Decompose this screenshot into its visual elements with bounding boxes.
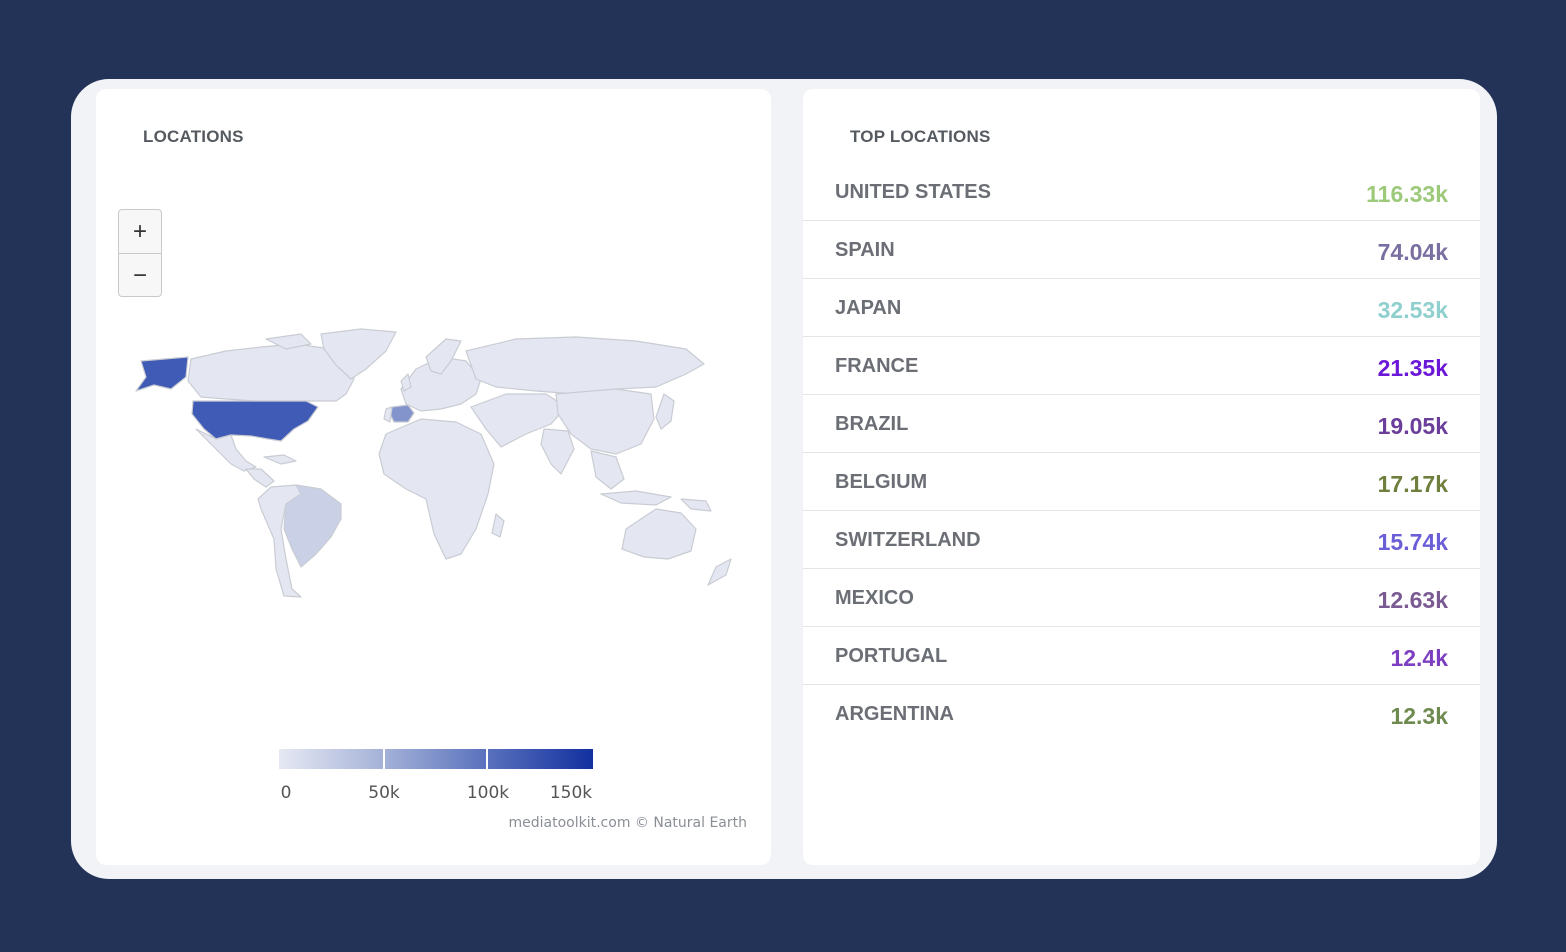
legend-divider [486,749,488,769]
location-name: FRANCE [835,355,919,377]
location-name: BRAZIL [835,413,909,435]
location-row[interactable]: BRAZIL 19.05k [803,395,1480,453]
country-united-states[interactable] [191,400,319,442]
country-indonesia[interactable] [600,490,672,506]
location-value: 74.04k [1377,239,1448,265]
country-australia[interactable] [621,508,697,560]
location-name: ARGENTINA [835,703,954,725]
location-row[interactable]: ARGENTINA 12.3k [803,685,1480,742]
region-africa[interactable] [378,418,495,560]
location-value: 32.53k [1377,297,1448,323]
location-value: 17.17k [1377,471,1448,497]
location-row[interactable]: FRANCE 21.35k [803,337,1480,395]
country-madagascar[interactable] [491,513,505,538]
location-name: SPAIN [835,239,895,261]
location-name: SWITZERLAND [835,529,981,551]
location-row[interactable]: BELGIUM 17.17k [803,453,1480,511]
location-row[interactable]: PORTUGAL 12.4k [803,627,1480,685]
country-russia[interactable] [465,336,705,395]
country-papua-new-guinea[interactable] [680,498,712,512]
location-row[interactable]: SWITZERLAND 15.74k [803,511,1480,569]
location-name: MEXICO [835,587,914,609]
location-value: 21.35k [1377,355,1448,381]
legend-divider [383,749,385,769]
location-row[interactable]: UNITED STATES 116.33k [803,163,1480,221]
legend-color-scale [279,749,593,769]
country-japan[interactable] [655,393,675,430]
location-value: 12.4k [1390,645,1448,671]
locations-panel: LOCATIONS + − 0 50k 100k 150k mediatoolk… [96,89,771,865]
location-row[interactable]: SPAIN 74.04k [803,221,1480,279]
top-locations-title: TOP LOCATIONS [850,127,991,146]
location-value: 19.05k [1377,413,1448,439]
legend-label-100k: 100k [466,783,510,803]
country-spain[interactable] [389,404,415,423]
top-locations-panel: TOP LOCATIONS UNITED STATES 116.33k SPAIN… [803,89,1480,865]
location-row[interactable]: MEXICO 12.63k [803,569,1480,627]
region-southeast-asia[interactable] [590,450,625,490]
map-credit: mediatoolkit.com © Natural Earth [508,815,748,831]
region-central-america[interactable] [245,468,275,488]
dashboard-frame: LOCATIONS + − 0 50k 100k 150k mediatoolk… [71,79,1497,879]
region-caribbean[interactable] [263,454,297,465]
legend-label-50k: 50k [368,783,400,803]
location-value: 12.63k [1377,587,1448,613]
location-name: UNITED STATES [835,181,991,203]
location-value: 116.33k [1366,181,1448,207]
location-row[interactable]: JAPAN 32.53k [803,279,1480,337]
country-portugal[interactable] [383,406,393,423]
country-alaska[interactable] [135,356,189,392]
top-locations-list: UNITED STATES 116.33k SPAIN 74.04k JAPAN 32… [803,163,1480,742]
country-new-zealand[interactable] [707,558,732,586]
location-name: BELGIUM [835,471,928,493]
location-value: 15.74k [1377,529,1448,555]
legend-label-0: 0 [280,783,292,803]
location-name: PORTUGAL [835,645,948,667]
location-value: 12.3k [1390,703,1448,729]
legend-label-150k: 150k [549,783,593,803]
country-india[interactable] [540,428,575,475]
location-name: JAPAN [835,297,902,319]
